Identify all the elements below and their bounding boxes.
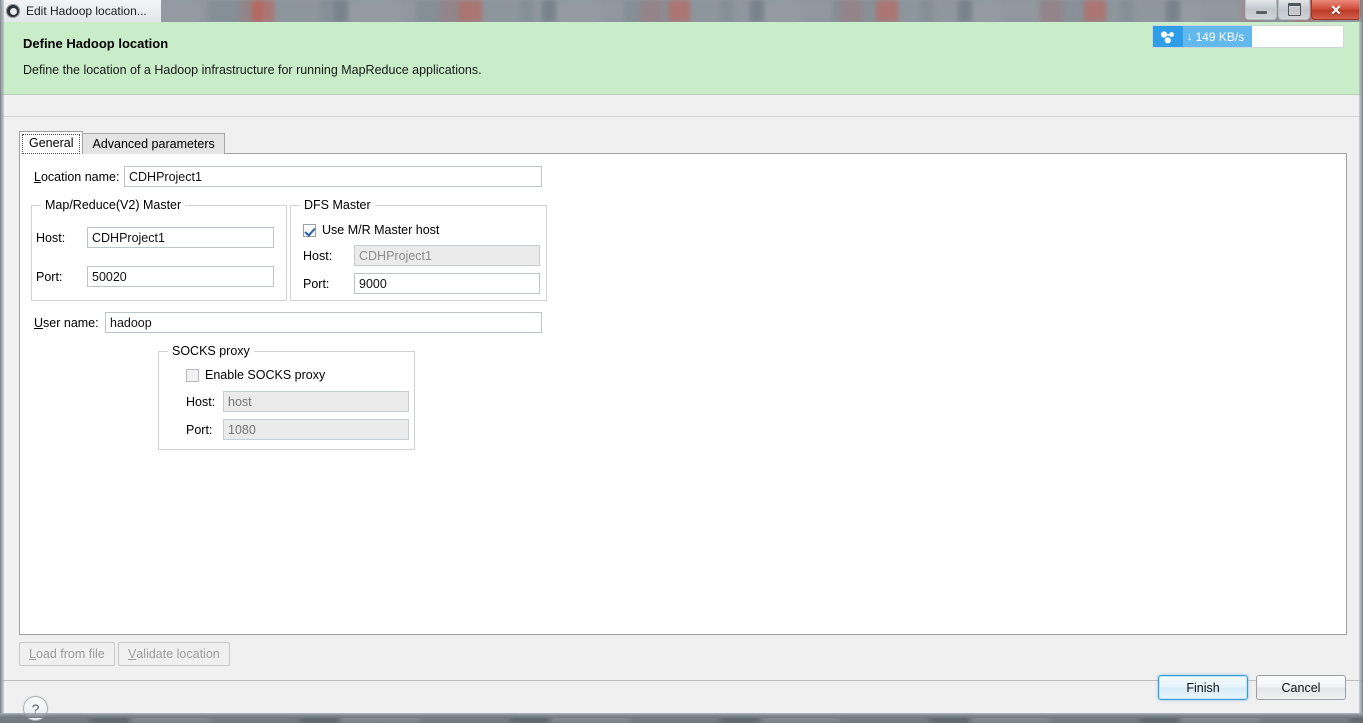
dfs-master-group-title: DFS Master	[300, 198, 375, 212]
mr-port-label: Port:	[36, 270, 63, 284]
user-name-label: User name:	[34, 316, 99, 330]
restore-icon	[1287, 3, 1301, 16]
socks-proxy-group: SOCKS proxy Enable SOCKS proxy Host: Por…	[158, 344, 415, 450]
dfs-host-label: Host:	[303, 249, 333, 263]
dfs-master-group: DFS Master Use M/R Master host Host: Por…	[290, 198, 547, 301]
close-icon: ✕	[1330, 1, 1342, 18]
load-from-file-label: oad from file	[35, 647, 105, 661]
banner-bottom-strip	[2, 95, 1362, 117]
general-tab-panel: Location name: Map/Reduce(V2) Master Hos…	[19, 153, 1347, 635]
window-edge-bottom	[0, 713, 1363, 718]
minimize-icon	[1255, 11, 1267, 14]
validate-location-label: alidate location	[136, 647, 220, 661]
download-speed-value: 149 KB/s	[1195, 29, 1245, 44]
download-speed-widget[interactable]: ↓ 149 KB/s	[1152, 25, 1344, 48]
cloud-share-icon	[1153, 26, 1183, 47]
validate-location-button[interactable]: Validate location	[118, 642, 230, 666]
user-name-input[interactable]	[105, 312, 542, 333]
page-description: Define the location of a Hadoop infrastr…	[23, 63, 482, 77]
eclipse-gear-icon	[6, 4, 20, 18]
download-speed-label: ↓ 149 KB/s	[1183, 26, 1253, 47]
tab-advanced-parameters[interactable]: Advanced parameters	[82, 133, 225, 154]
window-controls: ✕	[1244, 0, 1361, 21]
tab-general[interactable]: General	[19, 131, 84, 154]
mr-host-input[interactable]	[87, 227, 274, 248]
dfs-host-input	[354, 245, 540, 266]
location-name-mnemonic: L	[34, 170, 41, 184]
window-titlebar[interactable]: Edit Hadoop location... ✕	[0, 0, 1363, 22]
edit-hadoop-location-window: Edit Hadoop location... ✕ Define Hadoop …	[0, 0, 1363, 721]
load-from-file-mnemonic: L	[29, 647, 36, 661]
socks-proxy-group-title: SOCKS proxy	[168, 344, 254, 358]
page-title: Define Hadoop location	[23, 36, 169, 51]
titlebar-glass-effect	[0, 0, 1363, 22]
mr-port-input[interactable]	[87, 266, 274, 287]
window-edge-right	[1359, 0, 1363, 717]
enable-socks-proxy-label: Enable SOCKS proxy	[205, 368, 326, 382]
window-edge-left	[0, 0, 4, 717]
location-name-label: Location name:	[34, 170, 119, 184]
socks-host-input	[223, 391, 409, 412]
banner-separator	[2, 116, 1362, 117]
cancel-button-label: Cancel	[1281, 680, 1321, 695]
enable-socks-proxy-checkbox[interactable]	[186, 369, 199, 382]
tab-advanced-parameters-label: Advanced parameters	[92, 137, 215, 151]
mapreduce-master-group: Map/Reduce(V2) Master Host: Port:	[31, 198, 287, 301]
cancel-button[interactable]: Cancel	[1256, 675, 1346, 700]
maximize-restore-button[interactable]	[1278, 0, 1310, 20]
mr-host-label: Host:	[36, 231, 66, 245]
mapreduce-master-group-title: Map/Reduce(V2) Master	[41, 198, 186, 212]
location-name-label-rest: ocation name:	[40, 170, 120, 184]
use-mr-master-host-checkbox[interactable]	[303, 224, 316, 237]
user-name-mnemonic: U	[34, 316, 44, 330]
titlebar-left-group: Edit Hadoop location...	[0, 0, 161, 22]
validate-location-mnemonic: V	[128, 647, 137, 661]
close-button[interactable]: ✕	[1311, 0, 1361, 20]
tab-focus-outline	[22, 134, 81, 154]
minimize-button[interactable]	[1245, 0, 1277, 20]
dfs-port-label: Port:	[303, 277, 330, 291]
socks-port-input	[223, 419, 409, 440]
user-name-label-rest: ser name:	[43, 316, 99, 330]
dialog-body: Define Hadoop location Define the locati…	[0, 22, 1363, 721]
load-from-file-button[interactable]: Load from file	[19, 642, 115, 666]
window-title: Edit Hadoop location...	[26, 4, 147, 18]
tab-bar: General Advanced parameters	[19, 131, 225, 154]
finish-button-label: Finish	[1186, 680, 1220, 695]
location-name-input[interactable]	[124, 166, 542, 187]
finish-button[interactable]: Finish	[1158, 675, 1248, 700]
use-mr-master-host-label: Use M/R Master host	[322, 223, 440, 237]
dfs-port-input[interactable]	[354, 273, 540, 294]
socks-port-label: Port:	[186, 423, 213, 437]
socks-host-label: Host:	[186, 395, 216, 409]
download-arrow-icon: ↓	[1187, 30, 1193, 43]
download-speed-inner: ↓ 149 KB/s	[1153, 26, 1253, 47]
